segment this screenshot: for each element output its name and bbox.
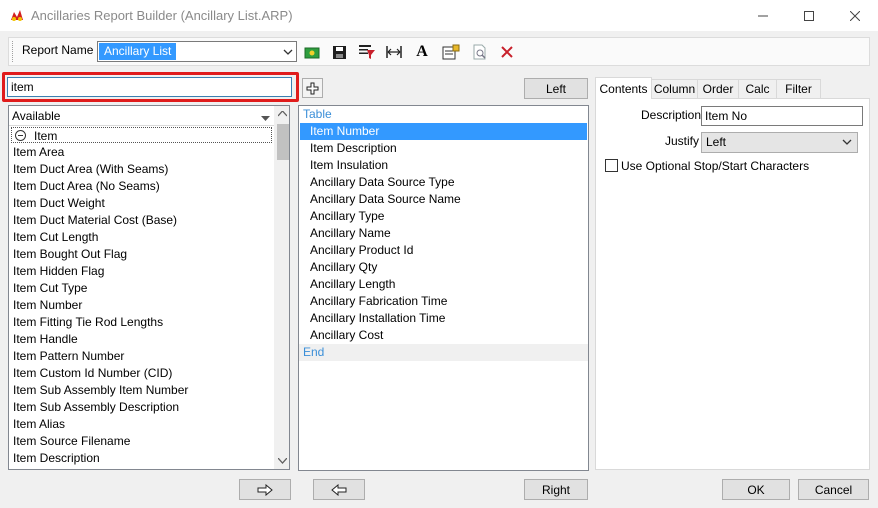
list-item[interactable]: Item Duct Area (No Seams) [9,178,274,195]
available-dropdown[interactable]: Available [9,106,281,126]
report-name-value: Ancillary List [99,43,177,60]
scroll-up-icon[interactable] [274,106,289,122]
list-item[interactable]: Item Duct Material Cost (Base) [9,212,274,229]
table-row[interactable]: Ancillary Cost [300,327,587,344]
table-row[interactable]: Ancillary Name [300,225,587,242]
report-table-panel: Table Item Number Item Description Item In… [298,105,589,471]
available-header-label: Available [12,109,61,123]
remove-from-table-button[interactable] [313,479,365,500]
tab-order[interactable]: Order [697,79,739,98]
list-item[interactable]: Item Number [9,297,274,314]
list-item[interactable]: Item Handle [9,331,274,348]
available-scrollbar[interactable] [274,106,289,469]
description-label: Description [641,108,702,122]
report-name-label: Report Name [22,43,94,57]
list-item[interactable]: Item Area [9,144,274,161]
justify-label: Justify [665,134,700,148]
list-item[interactable]: Item Duct Weight [9,195,274,212]
list-item[interactable]: Item Duct Area (With Seams) [9,161,274,178]
search-input[interactable] [7,77,292,97]
table-columns-list: Item Number Item Description Item Insulati… [299,123,588,344]
table-row[interactable]: Item Description [300,140,587,157]
tree-group-item[interactable]: Item [11,127,272,143]
table-start-marker[interactable]: Table [299,106,588,123]
close-button[interactable] [832,0,878,31]
chevron-down-icon[interactable] [281,45,295,59]
justify-select[interactable]: Left [701,132,858,153]
add-field-button[interactable] [302,78,323,98]
delete-icon[interactable] [497,42,517,62]
stopstart-label: Use Optional Stop/Start Characters [621,159,810,173]
table-row[interactable]: Ancillary Length [300,276,587,293]
arrow-left-icon [331,483,347,496]
list-item[interactable]: Item Bought Out Flag [9,246,274,263]
stopstart-checkbox[interactable] [605,159,618,172]
contents-tab-panel [595,98,870,470]
list-item[interactable]: Item Source Filename [9,433,274,450]
save-icon[interactable] [329,42,349,62]
tab-contents[interactable]: Contents [595,77,652,99]
font-icon[interactable]: A [412,42,432,62]
app-logo-icon [9,8,25,24]
triangle-down-icon[interactable] [261,111,270,125]
list-item[interactable]: Item Pattern Number [9,348,274,365]
plus-icon [306,82,319,94]
maximize-icon [804,10,814,21]
chevron-down-icon[interactable] [842,136,852,151]
list-item[interactable]: Item Hidden Flag [9,263,274,280]
tab-column[interactable]: Column [651,79,698,98]
minimize-button[interactable] [740,0,786,31]
close-icon [850,10,860,21]
table-row[interactable]: Ancillary Qty [300,259,587,276]
ok-button[interactable]: OK [722,479,790,500]
add-to-table-button[interactable] [239,479,291,500]
available-fields-panel: Available Item Item Area Item Duct Area (… [8,105,290,470]
tree-group-label: Item [34,129,58,143]
justify-right-button[interactable]: Right [524,479,588,500]
table-row[interactable]: Item Insulation [300,157,587,174]
available-fields-list: Item Area Item Duct Area (With Seams) Item… [9,144,274,467]
table-row[interactable]: Ancillary Type [300,208,587,225]
list-item[interactable]: Item Description [9,450,274,467]
table-row[interactable]: Ancillary Data Source Type [300,174,587,191]
list-item[interactable]: Item Sub Assembly Item Number [9,382,274,399]
print-preview-icon[interactable] [470,42,490,62]
table-row[interactable]: Item Number [300,123,587,140]
filter-list-icon[interactable] [357,42,377,62]
table-row[interactable]: Ancillary Fabrication Time [300,293,587,310]
report-name-combobox[interactable]: Ancillary List [97,41,297,62]
table-row[interactable]: Ancillary Data Source Name [300,191,587,208]
cancel-button[interactable]: Cancel [798,479,869,500]
table-row[interactable]: Ancillary Installation Time [300,310,587,327]
scrollbar-thumb[interactable] [277,124,289,160]
new-report-icon[interactable] [302,42,322,62]
arrow-right-icon [257,483,273,496]
minimize-icon [758,15,768,16]
tab-calc[interactable]: Calc [738,79,777,98]
column-width-icon[interactable] [384,42,404,62]
list-item[interactable]: Item Alias [9,416,274,433]
list-item[interactable]: Item Cut Type [9,280,274,297]
window-title: Ancillaries Report Builder (Ancillary Li… [31,8,293,23]
description-field[interactable]: Item No [701,106,863,126]
list-item[interactable]: Item Sub Assembly Description [9,399,274,416]
list-item[interactable]: Item Cut Length [9,229,274,246]
toolbar-grip[interactable] [12,41,14,62]
properties-icon[interactable] [441,42,461,62]
list-item[interactable]: Item Fitting Tie Rod Lengths [9,314,274,331]
collapse-icon[interactable] [15,130,26,141]
maximize-button[interactable] [786,0,832,31]
tab-filter[interactable]: Filter [776,79,821,98]
table-row[interactable]: Ancillary Product Id [300,242,587,259]
scroll-down-icon[interactable] [274,453,289,469]
table-end-marker[interactable]: End [299,344,588,361]
justify-value: Left [706,135,727,149]
list-item[interactable]: Item Custom Id Number (CID) [9,365,274,382]
justify-left-button[interactable]: Left [524,78,588,99]
